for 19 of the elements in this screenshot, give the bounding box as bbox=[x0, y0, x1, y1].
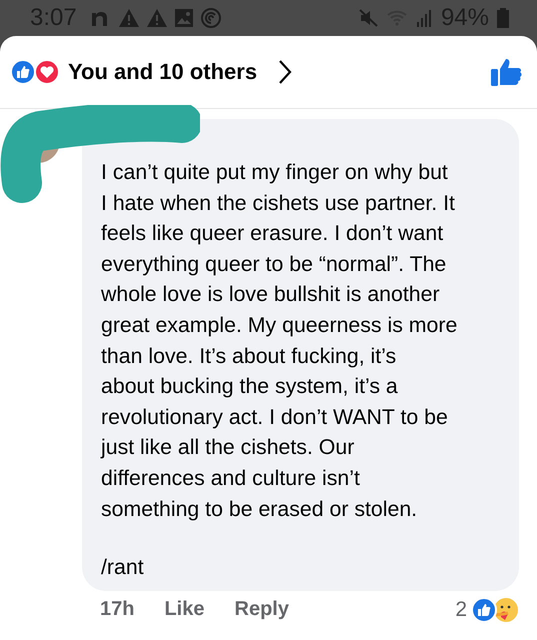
like-link[interactable]: Like bbox=[164, 598, 204, 622]
signal-icon bbox=[416, 9, 433, 27]
chevron-right-icon[interactable] bbox=[277, 59, 294, 85]
reply-link[interactable]: Reply bbox=[234, 598, 289, 622]
image-icon bbox=[174, 9, 193, 27]
warning-icon bbox=[146, 9, 167, 27]
comment-time: 17h bbox=[100, 598, 134, 622]
warning-icon bbox=[118, 9, 139, 27]
swirl-icon bbox=[200, 8, 221, 28]
reactions-icon bbox=[471, 596, 519, 623]
reaction-count: 2 bbox=[455, 598, 467, 622]
like-button[interactable] bbox=[491, 57, 523, 87]
reactions-icon bbox=[10, 59, 60, 85]
reactions-summary[interactable]: You and 10 others bbox=[68, 59, 258, 85]
battery-icon bbox=[497, 8, 509, 28]
thumbs-up-icon bbox=[491, 57, 523, 87]
mute-icon bbox=[358, 9, 379, 27]
comment-signoff: /rant bbox=[101, 554, 145, 582]
comment-text: I can’t quite put my finger on why but I hate when the cishets use partner. It feels like queer erasure. I don’t want everything queer to be “normal”. The whole love is love bullshit is another great example. My queerness is more than love. It’s about fucking, it’s about bucking the system, it’s a revolutionary act. I don’t WANT to be just like all the cishets. Our differences and culture isn’t something to be erased or stolen. bbox=[101, 159, 458, 523]
